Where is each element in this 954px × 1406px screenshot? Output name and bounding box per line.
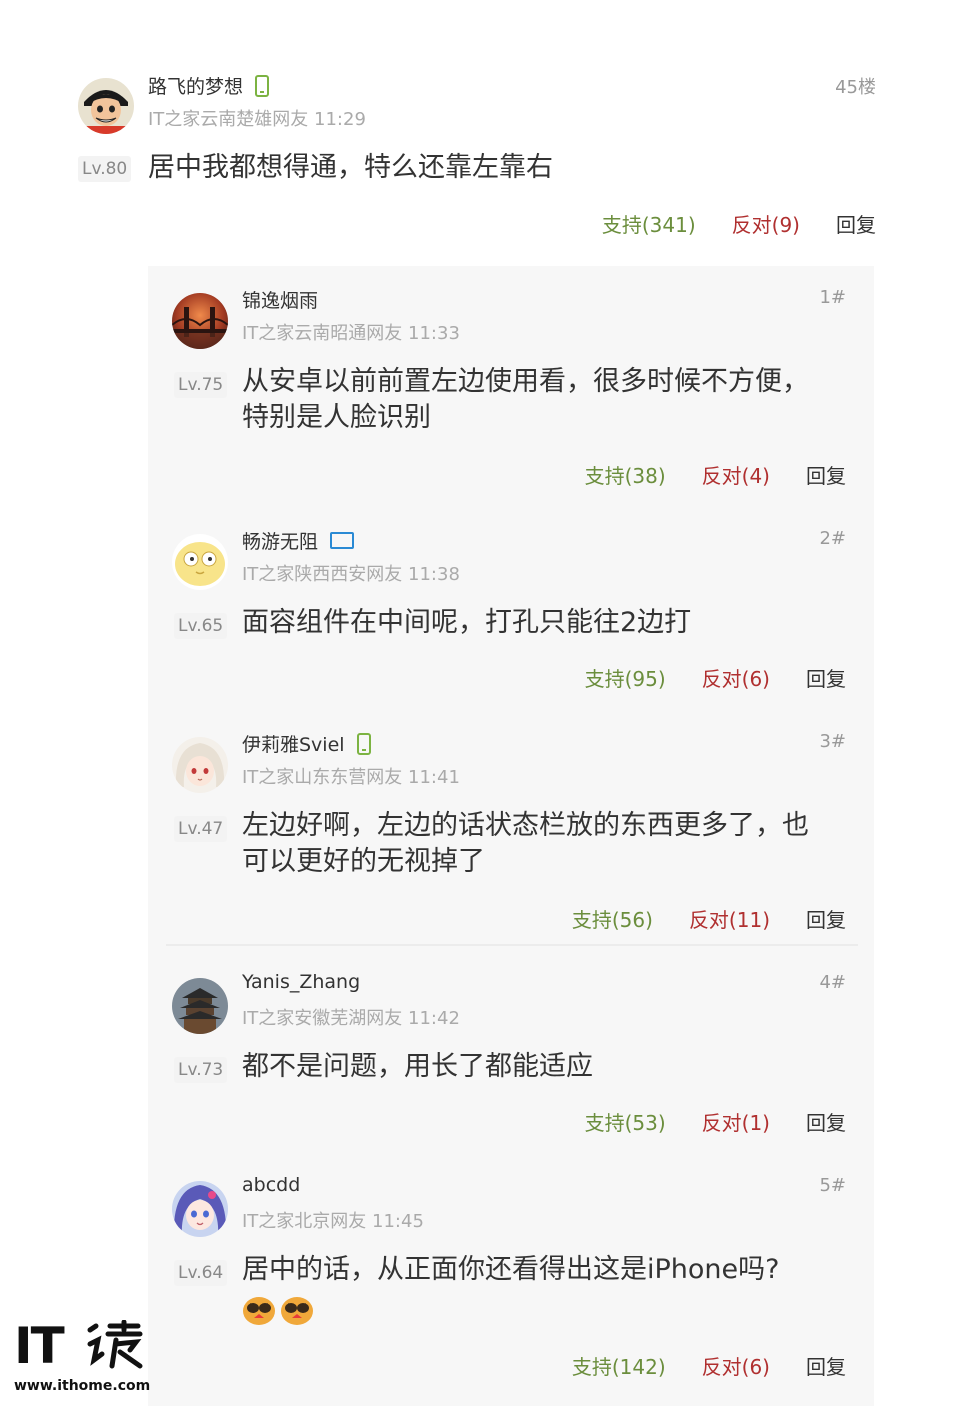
comment-meta: IT之家云南楚雄网友 11:29 xyxy=(148,109,366,130)
comment-text: 左边好啊，左边的话状态栏放的东西更多了，也 可以更好的无视掉了 xyxy=(242,808,809,880)
comment-meta: IT之家陕西西安网友 11:38 xyxy=(242,564,460,585)
support-button[interactable]: 支持(95) xyxy=(585,663,666,692)
comment-actions: 支持(341) 反对(9) 回复 xyxy=(602,209,876,238)
support-button[interactable]: 支持(142) xyxy=(572,1351,666,1380)
reply-button[interactable]: 回复 xyxy=(806,1351,846,1380)
comment-actions: 支持(142) 反对(6) 回复 xyxy=(572,1351,846,1380)
comment-text: 居中我都想得通，特么还靠左靠右 xyxy=(148,152,553,183)
avatar-pagoda-image xyxy=(172,978,228,1034)
level-badge: Lv.75 xyxy=(174,372,228,398)
username-text[interactable]: 锦逸烟雨 xyxy=(242,286,318,313)
avatar[interactable] xyxy=(172,534,228,590)
oppose-button[interactable]: 反对(11) xyxy=(689,904,770,933)
avatar-anime-blue-image xyxy=(172,1181,228,1237)
comment-actions: 支持(53) 反对(1) 回复 xyxy=(585,1107,846,1136)
username[interactable]: Yanis_Zhang xyxy=(242,971,360,993)
comment-actions: 支持(95) 反对(6) 回复 xyxy=(585,663,846,692)
level-badge: Lv.47 xyxy=(174,816,228,842)
support-button[interactable]: 支持(341) xyxy=(602,209,696,238)
comment-text-line: 面容组件在中间呢，打孔只能往2边打 xyxy=(242,607,692,638)
floor-number: 4# xyxy=(819,972,846,993)
replies-panel: 锦逸烟雨 IT之家云南昭通网友 11:33 1# Lv.75 从安卓以前前置左边… xyxy=(148,266,874,1406)
comment-actions: 支持(38) 反对(4) 回复 xyxy=(585,460,846,489)
mobile-phone-icon xyxy=(255,74,270,97)
comment-text-line: 左边好啊，左边的话状态栏放的东西更多了，也 xyxy=(242,810,809,841)
floor-number: 1# xyxy=(819,287,846,308)
level-badge: Lv.80 xyxy=(78,156,132,182)
avatar[interactable] xyxy=(78,78,134,134)
comment-text: 从安卓以前前置左边使用看，很多时候不方便， 特别是人脸识别 xyxy=(242,364,809,436)
oppose-button[interactable]: 反对(6) xyxy=(702,1351,770,1380)
avatar[interactable] xyxy=(172,978,228,1034)
support-button[interactable]: 支持(38) xyxy=(585,460,666,489)
reply-button[interactable]: 回复 xyxy=(806,460,846,489)
angry-face-emoji-icon xyxy=(281,1297,313,1325)
reply-button[interactable]: 回复 xyxy=(836,209,876,238)
comment-meta: IT之家北京网友 11:45 xyxy=(242,1211,424,1232)
username-text[interactable]: Yanis_Zhang xyxy=(242,971,360,993)
logo-zhijia-mark xyxy=(87,1320,143,1369)
oppose-button[interactable]: 反对(9) xyxy=(732,209,800,238)
pc-monitor-icon xyxy=(330,532,355,549)
comment-actions: 支持(56) 反对(11) 回复 xyxy=(572,904,846,933)
avatar[interactable] xyxy=(172,737,228,793)
floor-number: 45楼 xyxy=(835,77,876,98)
avatar-luffy-image xyxy=(78,78,134,134)
level-badge: Lv.65 xyxy=(174,613,228,639)
reply-button[interactable]: 回复 xyxy=(806,663,846,692)
oppose-button[interactable]: 反对(6) xyxy=(702,663,770,692)
username[interactable]: abcdd xyxy=(242,1174,300,1196)
level-badge: Lv.64 xyxy=(174,1260,228,1286)
avatar[interactable] xyxy=(172,293,228,349)
logo-it-text: IT xyxy=(14,1317,65,1375)
username-text[interactable]: 伊莉雅Sviel xyxy=(242,730,345,757)
ithome-logo: IT www.ithome.com xyxy=(14,1317,150,1398)
comment-meta: IT之家山东东营网友 11:41 xyxy=(242,767,460,788)
username-text[interactable]: 畅游无阻 xyxy=(242,527,318,554)
angry-face-emoji-icon xyxy=(243,1297,275,1325)
comment-text: 面容组件在中间呢，打孔只能往2边打 xyxy=(242,605,691,641)
username-text[interactable]: abcdd xyxy=(242,1174,300,1196)
comment-text-line: 可以更好的无视掉了 xyxy=(242,846,485,877)
oppose-button[interactable]: 反对(1) xyxy=(702,1107,770,1136)
comment-text-line: 都不是问题，用长了都能适应 xyxy=(242,1051,593,1082)
divider xyxy=(166,944,858,946)
logo-url: www.ithome.com xyxy=(14,1378,151,1394)
oppose-button[interactable]: 反对(4) xyxy=(702,460,770,489)
mobile-phone-icon xyxy=(356,732,371,755)
support-button[interactable]: 支持(56) xyxy=(572,904,653,933)
avatar-bridge-image xyxy=(172,293,228,349)
comment-text: 居中的话，从正面你还看得出这是iPhone吗? xyxy=(242,1252,779,1326)
floor-number: 3# xyxy=(819,731,846,752)
avatar[interactable] xyxy=(172,1181,228,1237)
username[interactable]: 锦逸烟雨 xyxy=(242,286,318,313)
username[interactable]: 伊莉雅Sviel xyxy=(242,730,371,757)
emoji-row xyxy=(242,1294,779,1326)
username[interactable]: 路飞的梦想 xyxy=(148,72,270,99)
comment-meta: IT之家安徽芜湖网友 11:42 xyxy=(242,1008,460,1029)
comment-text-line: 居中的话，从正面你还看得出这是iPhone吗? xyxy=(242,1254,780,1285)
reply-button[interactable]: 回复 xyxy=(806,1107,846,1136)
level-badge: Lv.73 xyxy=(174,1057,228,1083)
username[interactable]: 畅游无阻 xyxy=(242,527,355,554)
username-text[interactable]: 路飞的梦想 xyxy=(148,72,243,99)
avatar-emoji-face-image xyxy=(172,534,228,590)
comment-meta: IT之家云南昭通网友 11:33 xyxy=(242,323,460,344)
floor-number: 5# xyxy=(819,1175,846,1196)
comment-text: 都不是问题，用长了都能适应 xyxy=(242,1049,593,1085)
reply-button[interactable]: 回复 xyxy=(806,904,846,933)
support-button[interactable]: 支持(53) xyxy=(585,1107,666,1136)
comment-text-line: 从安卓以前前置左边使用看，很多时候不方便， xyxy=(242,366,809,397)
avatar-anime-girl-image xyxy=(172,737,228,793)
floor-number: 2# xyxy=(819,528,846,549)
comment-text-line: 特别是人脸识别 xyxy=(242,402,431,433)
